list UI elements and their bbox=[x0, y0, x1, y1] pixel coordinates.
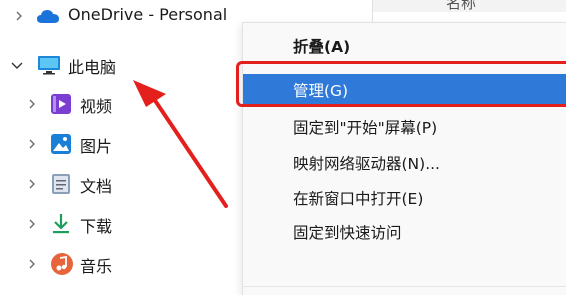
annotation-arrow-icon bbox=[133, 80, 228, 208]
